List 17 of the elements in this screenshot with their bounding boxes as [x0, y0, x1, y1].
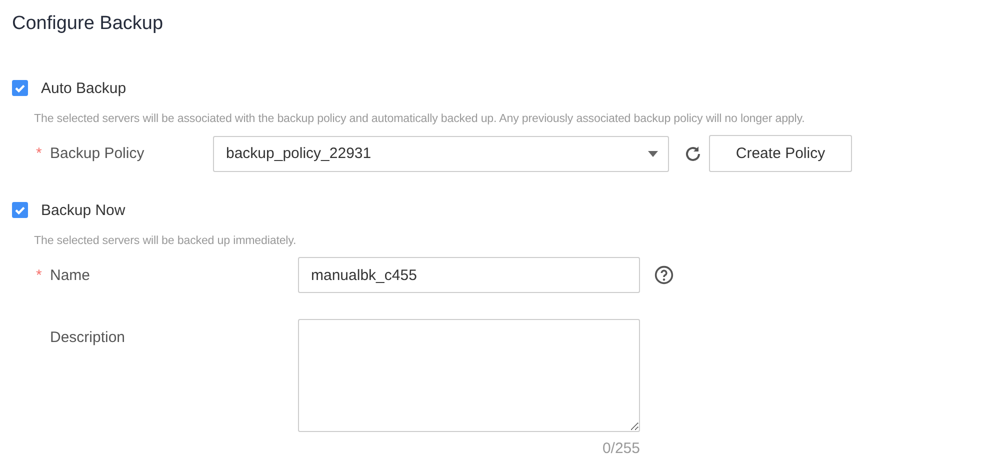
- checkbox-label: Backup Now: [41, 202, 126, 218]
- page-title: Configure Backup: [12, 12, 164, 36]
- policy-dropdown[interactable]: backup_policy_22931: [213, 136, 669, 172]
- field-label: Backup Policy: [50, 144, 144, 162]
- character-counter: 0/255: [602, 440, 640, 457]
- create-policy-button[interactable]: Create Policy: [709, 135, 852, 172]
- help-icon[interactable]: [654, 265, 674, 285]
- name-field[interactable]: manualbk_c455: [298, 257, 640, 293]
- required-mark: *: [36, 144, 43, 162]
- description-field[interactable]: [298, 319, 640, 432]
- section-description: The selected servers will be backed up immediately.: [34, 234, 298, 247]
- field-label: Name: [50, 266, 90, 284]
- checkbox-label: Auto Backup: [41, 80, 126, 96]
- section-description: The selected servers will be associated with the backup policy and automatically backed up. Any previously associated backup policy will no longer apply.: [34, 112, 806, 125]
- field-label: Description: [50, 328, 126, 346]
- required-mark: *: [36, 266, 43, 284]
- caret-icon: [648, 150, 658, 156]
